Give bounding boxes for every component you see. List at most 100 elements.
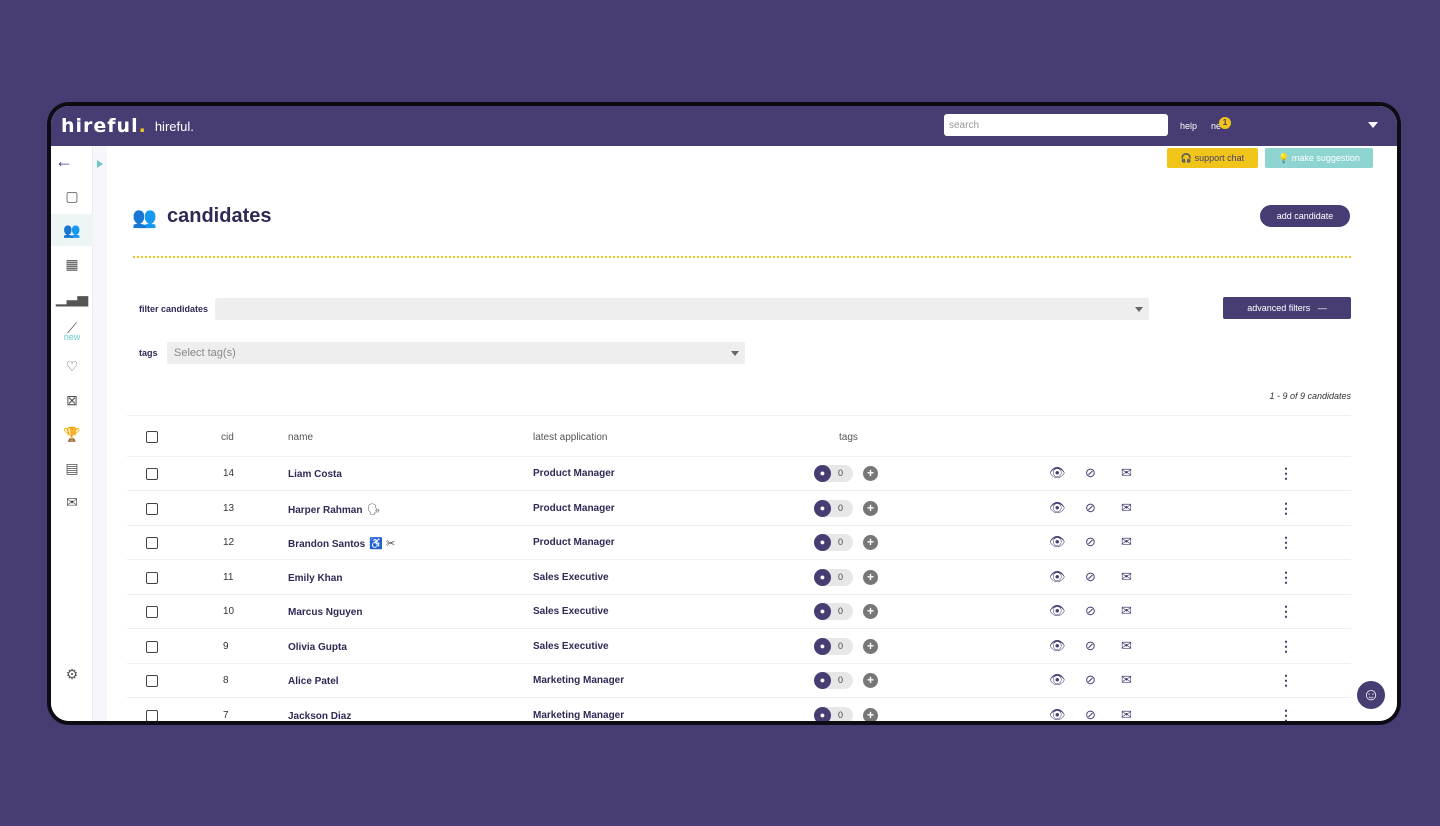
eye-icon[interactable]: 👁 [1049, 638, 1066, 653]
latest-application[interactable]: Product Manager [533, 537, 615, 548]
candidate-name[interactable]: Olivia Gupta [288, 641, 351, 653]
column-header-name[interactable]: name [288, 432, 313, 443]
sidebar-expand-handle[interactable] [93, 146, 107, 721]
tag-count-pill[interactable]: ● 0 [814, 706, 853, 721]
add-candidate-button[interactable]: add candidate [1260, 205, 1350, 227]
latest-application[interactable]: Product Manager [533, 468, 615, 479]
brand-logo[interactable]: hireful. [61, 115, 147, 137]
eye-icon[interactable]: 👁 [1049, 535, 1066, 549]
attachment-icon[interactable]: ⊘ [1085, 604, 1096, 618]
tags-select[interactable]: Select tag(s) [167, 342, 745, 364]
more-options-icon[interactable]: ⋮ [1279, 501, 1293, 515]
sidebar-item-screen[interactable]: ⊠ [51, 384, 93, 416]
more-options-icon[interactable]: ⋮ [1279, 535, 1293, 549]
row-checkbox[interactable] [146, 709, 158, 721]
mail-icon[interactable]: ✉ [1121, 604, 1132, 618]
more-options-icon[interactable]: ⋮ [1279, 570, 1293, 584]
attachment-icon[interactable]: ⊘ [1085, 500, 1096, 515]
support-chat-button[interactable]: 🎧 support chat [1167, 148, 1258, 168]
add-tag-button[interactable]: + [863, 535, 878, 550]
more-options-icon[interactable]: ⋮ [1279, 604, 1293, 618]
mail-icon[interactable]: ✉ [1121, 466, 1132, 480]
more-options-icon[interactable]: ⋮ [1279, 708, 1293, 722]
advanced-filters-button[interactable]: advanced filters — [1223, 297, 1351, 319]
mail-icon[interactable]: ✉ [1121, 569, 1132, 584]
sidebar-item-awards[interactable]: 🏆 [51, 418, 93, 450]
add-tag-button[interactable]: + [863, 500, 878, 516]
mail-icon[interactable]: ✉ [1121, 638, 1132, 653]
mail-icon[interactable]: ✉ [1121, 500, 1132, 515]
search-input[interactable] [944, 114, 1168, 136]
sidebar-item-forms[interactable]: ▤ [51, 452, 93, 484]
add-tag-button[interactable]: + [863, 466, 878, 481]
attachment-icon[interactable]: ⊘ [1085, 535, 1096, 549]
more-options-icon[interactable]: ⋮ [1279, 673, 1293, 687]
more-options-icon[interactable]: ⋮ [1279, 466, 1293, 480]
briefcase-icon: ▢ [65, 187, 79, 204]
tag-count-pill[interactable]: ● 0 [814, 637, 853, 655]
row-checkbox[interactable] [146, 468, 158, 480]
accessibility-icon[interactable]: ☺ [1355, 679, 1387, 711]
latest-application[interactable]: Product Manager [533, 503, 615, 514]
tag-count-pill[interactable]: ● 0 [814, 603, 853, 620]
tag-count-pill[interactable]: ● 0 [814, 672, 853, 689]
arrow-left-icon[interactable]: ← [55, 151, 73, 172]
column-header-latest-application[interactable]: latest application [533, 432, 608, 443]
add-tag-button[interactable]: + [863, 707, 878, 721]
filter-candidates-select[interactable] [215, 298, 1149, 320]
mail-icon[interactable]: ✉ [1121, 707, 1132, 721]
mail-icon[interactable]: ✉ [1121, 535, 1132, 549]
select-all-checkbox[interactable] [146, 431, 158, 443]
row-checkbox[interactable] [146, 571, 158, 584]
sidebar-item-candidates[interactable]: 👥 [51, 214, 93, 246]
mail-icon[interactable]: ✉ [1121, 673, 1132, 687]
add-tag-button[interactable]: + [863, 604, 878, 619]
sidebar-item-jobs[interactable]: ▢ [51, 180, 93, 212]
candidate-name[interactable]: Jackson Diaz [288, 710, 355, 722]
candidate-name[interactable]: Emily Khan [288, 572, 346, 584]
latest-application[interactable]: Sales Executive [533, 606, 609, 617]
candidate-name[interactable]: Marcus Nguyen [288, 606, 366, 618]
attachment-icon[interactable]: ⊘ [1085, 466, 1096, 480]
latest-application[interactable]: Marketing Manager [533, 710, 624, 721]
row-checkbox[interactable] [146, 606, 158, 618]
add-tag-button[interactable]: + [863, 673, 878, 688]
eye-icon[interactable]: 👁 [1049, 466, 1066, 480]
eye-icon[interactable]: 👁 [1049, 569, 1066, 584]
attachment-icon[interactable]: ⊘ [1085, 638, 1096, 653]
latest-application[interactable]: Sales Executive [533, 572, 609, 583]
tag-count-pill[interactable]: ● 0 [814, 465, 853, 482]
make-suggestion-button[interactable]: 💡 make suggestion [1265, 148, 1373, 168]
attachment-icon[interactable]: ⊘ [1085, 707, 1096, 721]
row-checkbox[interactable] [146, 675, 158, 687]
sidebar-item-messages[interactable]: ✉ [51, 486, 93, 518]
latest-application[interactable]: Marketing Manager [533, 675, 624, 686]
eye-icon[interactable]: 👁 [1049, 707, 1066, 721]
help-link[interactable]: help [1180, 121, 1197, 131]
tag-count-pill[interactable]: ● 0 [814, 534, 853, 551]
add-tag-button[interactable]: + [863, 638, 878, 654]
tag-count-pill[interactable]: ● 0 [814, 568, 853, 586]
more-options-icon[interactable]: ⋮ [1279, 639, 1293, 653]
sidebar-item-calendar[interactable]: ▦ [51, 248, 93, 280]
tag-count-pill[interactable]: ● 0 [814, 499, 853, 517]
candidate-name[interactable]: Alice Patel [288, 675, 343, 687]
sidebar-item-talent[interactable]: ♡ [51, 350, 93, 382]
eye-icon[interactable]: 👁 [1049, 604, 1066, 618]
candidate-name[interactable]: Brandon Santos ♿ ✂ [288, 537, 395, 550]
eye-icon[interactable]: 👁 [1049, 673, 1066, 687]
row-checkbox[interactable] [146, 537, 158, 549]
eye-icon[interactable]: 👁 [1049, 500, 1066, 515]
row-checkbox[interactable] [146, 502, 158, 515]
candidate-name[interactable]: Liam Costa [288, 468, 346, 480]
add-tag-button[interactable]: + [863, 569, 878, 585]
candidate-name[interactable]: Harper Rahman 🗣 [288, 503, 380, 516]
latest-application[interactable]: Sales Executive [533, 641, 609, 652]
sidebar-item-reports[interactable]: ▁▃▅ [51, 282, 93, 314]
sidebar-item-settings[interactable]: ⚙ [51, 658, 93, 690]
user-menu-caret-icon[interactable] [1368, 122, 1378, 128]
attachment-icon[interactable]: ⊘ [1085, 673, 1096, 687]
column-header-cid[interactable]: cid [221, 432, 234, 443]
attachment-icon[interactable]: ⊘ [1085, 569, 1096, 584]
row-checkbox[interactable] [146, 640, 158, 653]
